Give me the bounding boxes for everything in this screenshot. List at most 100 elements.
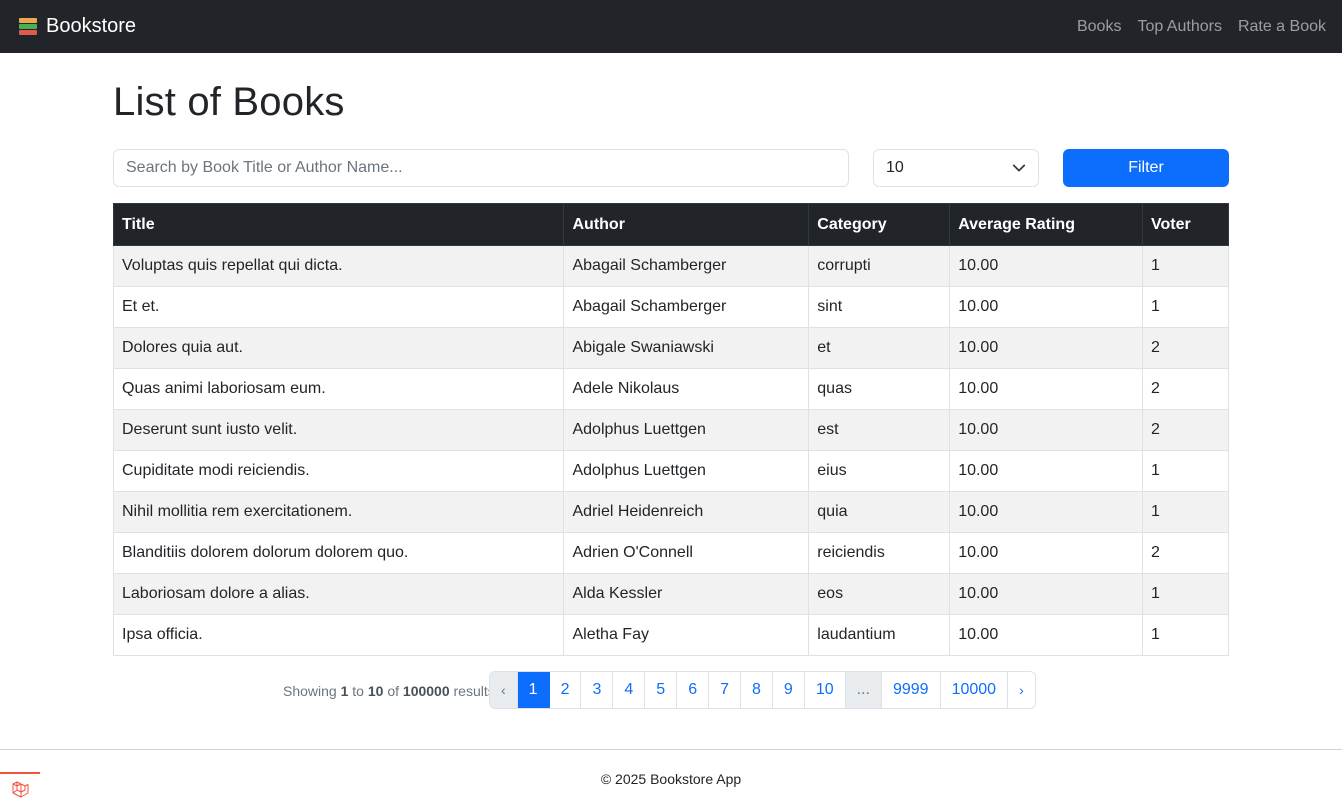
footer-divider: [0, 749, 1342, 750]
showing-results: Showing 1 to 10 of 100000 results: [283, 683, 495, 699]
page-link-9999[interactable]: 9999: [881, 672, 941, 708]
cell-voter: 2: [1142, 368, 1229, 410]
cell-category: est: [808, 409, 951, 451]
cell-author: Adele Nikolaus: [563, 368, 810, 410]
page-link-7[interactable]: 7: [709, 672, 742, 708]
cell-title: Voluptas quis repellat qui dicta.: [112, 245, 565, 287]
cell-title: Blanditiis dolorem dolorum dolorem quo.: [112, 532, 565, 574]
cell-category: et: [808, 327, 951, 369]
cell-title: Deserunt sunt iusto velit.: [112, 409, 565, 451]
cell-voter: 2: [1142, 409, 1229, 451]
filter-button[interactable]: Filter: [1063, 149, 1229, 187]
brand-name: Bookstore: [46, 15, 137, 37]
brand[interactable]: Bookstore: [19, 15, 136, 38]
cell-voter: 1: [1142, 614, 1229, 656]
pagination-next-button[interactable]: ›: [1008, 672, 1035, 708]
cell-author: Adrien O'Connell: [563, 532, 810, 574]
books-table: Title Author Category Average Rating Vot…: [112, 203, 1229, 656]
header-average-rating: Average Rating: [949, 203, 1143, 246]
cell-average-rating: 10.00: [949, 368, 1143, 410]
cell-average-rating: 10.00: [949, 532, 1143, 574]
page-link-3[interactable]: 3: [581, 672, 614, 708]
header-category: Category: [808, 203, 951, 246]
laravel-logo-icon: [12, 781, 29, 798]
header-title: Title: [112, 203, 565, 246]
page-link-10[interactable]: 10: [804, 672, 846, 708]
page-link-2[interactable]: 2: [549, 672, 582, 708]
table-row: Voluptas quis repellat qui dicta. Abagail…: [112, 245, 1229, 287]
cell-title: Ipsa officia.: [112, 614, 565, 656]
page-link-1[interactable]: 1: [517, 672, 550, 708]
cell-author: Alda Kessler: [563, 573, 810, 615]
footer-text: © 2025 Bookstore App: [600, 771, 742, 787]
cell-average-rating: 10.00: [949, 245, 1143, 287]
nav-link-rate-a-book[interactable]: Rate a Book: [1238, 18, 1326, 36]
header-voter: Voter: [1142, 203, 1229, 246]
books-icon: [19, 17, 37, 36]
table-row: Et et. Abagail Schamberger sint 10.00 1: [112, 286, 1229, 328]
navbar: Bookstore Books Top Authors Rate a Book: [0, 0, 1342, 53]
cell-voter: 2: [1142, 327, 1229, 369]
cell-average-rating: 10.00: [949, 573, 1143, 615]
cell-average-rating: 10.00: [949, 327, 1143, 369]
pagination: ‹ 1 2 3 4 5 6 7 8 9 10... 9999 10000 ›: [489, 671, 1036, 709]
cell-average-rating: 10.00: [949, 286, 1143, 328]
cell-author: Adriel Heidenreich: [563, 491, 810, 533]
per-page-select[interactable]: 10: [873, 149, 1039, 187]
page-link-8[interactable]: 8: [741, 672, 773, 708]
cell-title: Et et.: [112, 286, 565, 328]
nav-link-books[interactable]: Books: [1077, 18, 1121, 36]
page-link-5[interactable]: 5: [645, 672, 678, 708]
cell-category: corrupti: [808, 245, 951, 287]
cell-category: laudantium: [808, 614, 951, 656]
cell-title: Cupiditate modi reiciendis.: [112, 450, 565, 492]
cell-average-rating: 10.00: [949, 409, 1143, 451]
table-row: Dolores quia aut. Abigale Swaniawski et 10.…: [112, 327, 1229, 369]
cell-voter: 1: [1142, 491, 1229, 533]
cell-voter: 1: [1142, 245, 1229, 287]
cell-title: Laboriosam dolore a alias.: [112, 573, 565, 615]
table-row: Nihil mollitia rem exercitationem. Adriel…: [112, 491, 1229, 533]
pagination-prev-button: ‹: [490, 672, 518, 708]
table-row: Deserunt sunt iusto velit. Adolphus Luett…: [112, 409, 1229, 451]
header-author: Author: [563, 203, 810, 246]
cell-average-rating: 10.00: [949, 450, 1143, 492]
cell-title: Nihil mollitia rem exercitationem.: [112, 491, 565, 533]
table-row: Ipsa officia. Aletha Fay laudantium 10.00 1: [112, 614, 1229, 656]
cell-category: eos: [808, 573, 951, 615]
cell-author: Adolphus Luettgen: [563, 409, 810, 451]
cell-author: Adolphus Luettgen: [563, 450, 810, 492]
cell-author: Aletha Fay: [563, 614, 810, 656]
laravel-icon[interactable]: [0, 772, 40, 806]
table-row: Blanditiis dolorem dolorum dolorem quo. A…: [112, 532, 1229, 574]
nav-links: Books Top Authors Rate a Book: [1077, 18, 1326, 36]
page-link-9[interactable]: 9: [772, 672, 805, 708]
per-page-value: 10: [886, 159, 904, 176]
cell-category: eius: [808, 450, 951, 492]
page-link-10000[interactable]: 10000: [940, 672, 1009, 708]
cell-author: Abagail Schamberger: [563, 286, 810, 328]
cell-voter: 1: [1142, 286, 1229, 328]
page-link-4[interactable]: 4: [613, 672, 646, 708]
cell-voter: 1: [1142, 450, 1229, 492]
page-title: List of Books: [113, 80, 345, 124]
cell-category: quia: [808, 491, 951, 533]
table-row: Laboriosam dolore a alias. Alda Kessler eo…: [112, 573, 1229, 615]
cell-author: Abagail Schamberger: [563, 245, 810, 287]
cell-title: Quas animi laboriosam eum.: [112, 368, 565, 410]
showing-from: 1: [340, 683, 349, 699]
search-input[interactable]: [113, 149, 849, 187]
table-header-row: Title Author Category Average Rating Vot…: [112, 203, 1229, 246]
table-row: Cupiditate modi reiciendis. Adolphus Luet…: [112, 450, 1229, 492]
page-link-6[interactable]: 6: [677, 672, 710, 708]
showing-to: 10: [367, 683, 384, 699]
cell-average-rating: 10.00: [949, 491, 1143, 533]
chevron-down-icon: [1012, 164, 1026, 172]
cell-voter: 2: [1142, 532, 1229, 574]
table-row: Quas animi laboriosam eum. Adele Nikolaus…: [112, 368, 1229, 410]
cell-voter: 1: [1142, 573, 1229, 615]
nav-link-top-authors[interactable]: Top Authors: [1137, 18, 1222, 36]
cell-title: Dolores quia aut.: [112, 327, 565, 369]
cell-average-rating: 10.00: [949, 614, 1143, 656]
cell-author: Abigale Swaniawski: [563, 327, 810, 369]
